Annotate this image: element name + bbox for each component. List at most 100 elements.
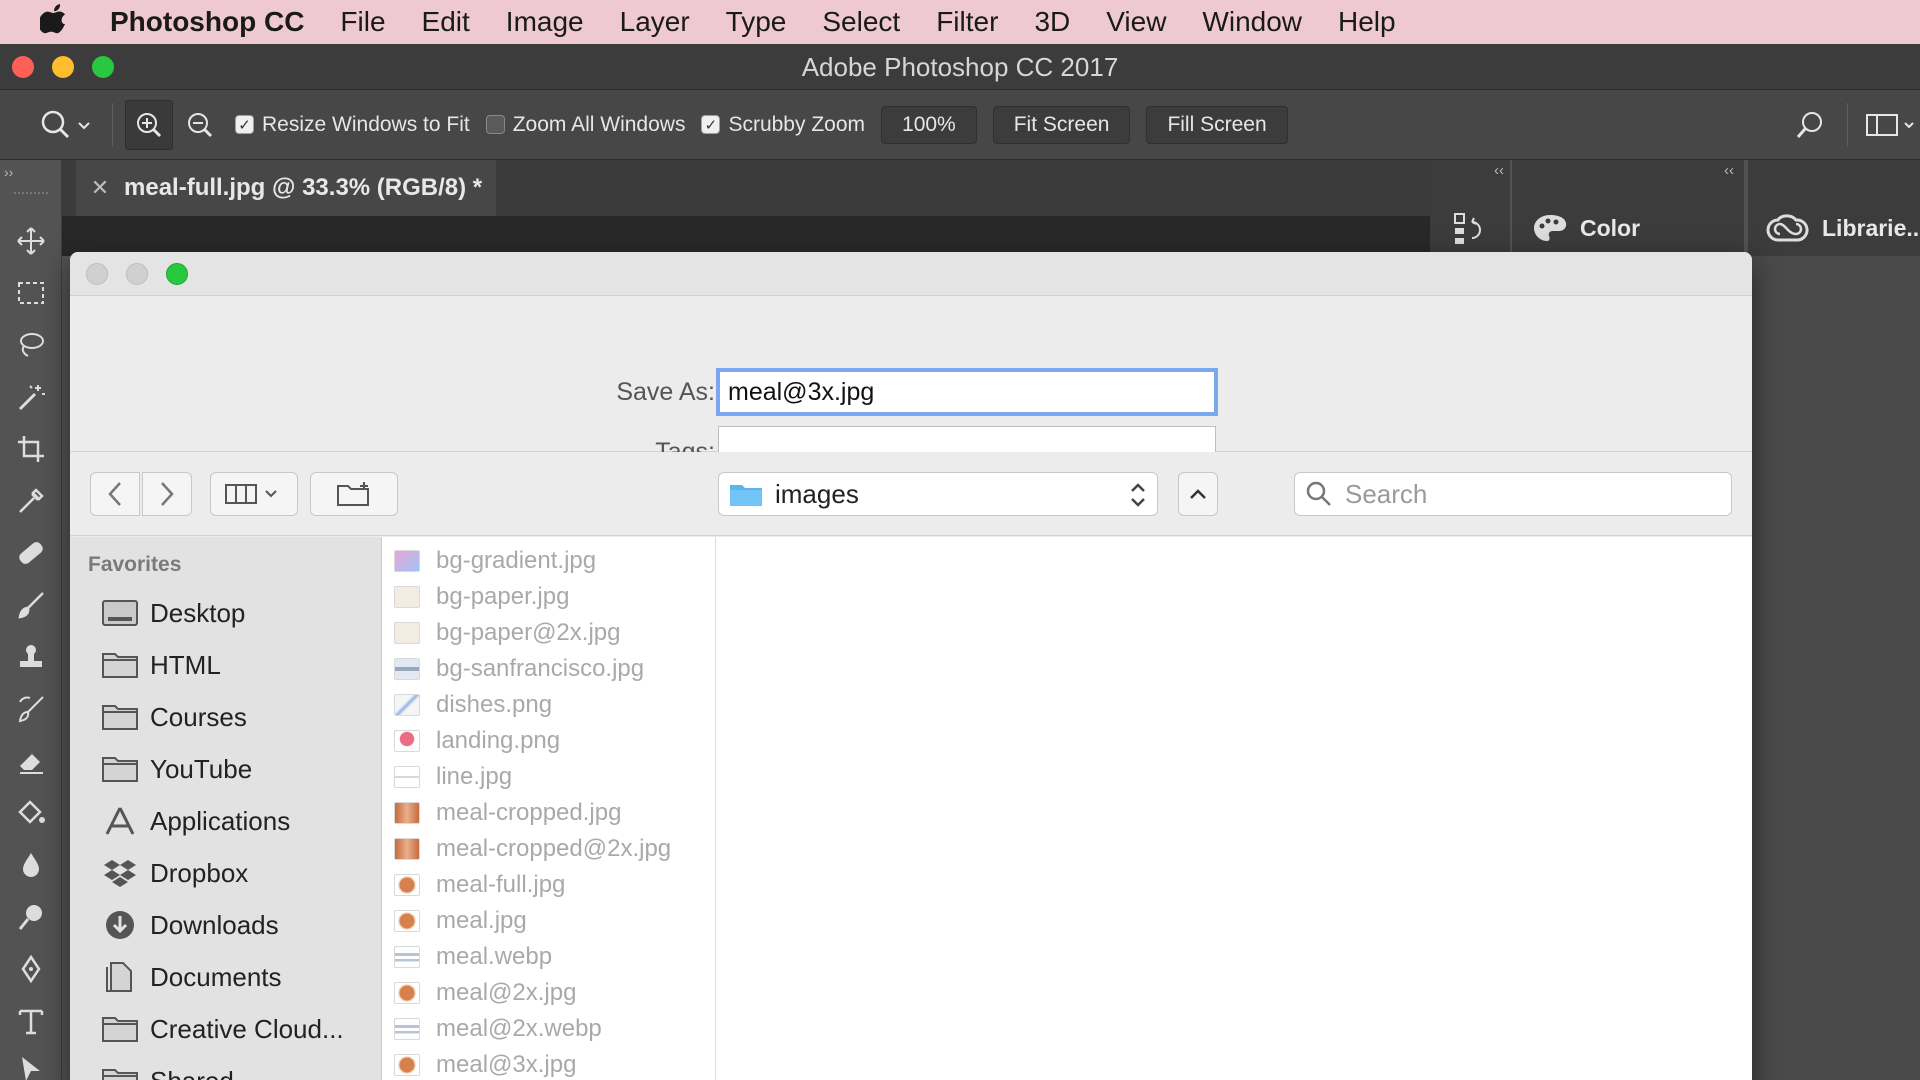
pen-tool-icon[interactable] xyxy=(10,948,52,990)
app-name-menu[interactable]: Photoshop CC xyxy=(110,6,304,38)
marquee-tool-icon[interactable] xyxy=(10,272,52,314)
sidebar-item-downloads[interactable]: Downloads xyxy=(102,905,279,945)
history-brush-tool-icon[interactable] xyxy=(10,688,52,730)
menu-type[interactable]: Type xyxy=(708,6,805,38)
libraries-panel-label: Librarie... xyxy=(1822,214,1920,241)
search-icon[interactable] xyxy=(1785,110,1835,140)
fill-screen-button[interactable]: Fill Screen xyxy=(1146,105,1288,144)
color-panel-tab[interactable]: ‹‹ Color xyxy=(1512,160,1744,256)
file-item[interactable]: meal.jpg xyxy=(394,905,527,937)
collapse-dialog-button[interactable] xyxy=(1178,472,1218,516)
sidebar-item-creative-cloud[interactable]: Creative Cloud... xyxy=(102,1009,344,1049)
color-panel-header[interactable]: Color xyxy=(1532,212,1640,244)
magic-wand-tool-icon[interactable] xyxy=(10,376,52,418)
type-tool-icon[interactable] xyxy=(10,1000,52,1042)
panel-grip xyxy=(14,192,48,196)
file-item[interactable]: meal@2x.jpg xyxy=(394,977,576,1009)
history-icon[interactable] xyxy=(1452,210,1486,246)
palette-icon xyxy=(1534,215,1567,241)
lasso-tool-icon[interactable] xyxy=(10,324,52,366)
new-folder-button[interactable] xyxy=(310,472,398,516)
file-item[interactable]: bg-paper.jpg xyxy=(394,581,569,613)
file-item[interactable]: bg-sanfrancisco.jpg xyxy=(394,653,644,685)
forward-button[interactable] xyxy=(142,472,192,516)
brush-tool-icon[interactable] xyxy=(10,584,52,626)
sidebar-item-applications[interactable]: Applications xyxy=(102,801,290,841)
folder-icon xyxy=(102,1014,138,1044)
file-name: bg-paper.jpg xyxy=(436,583,570,610)
search-field[interactable]: Search xyxy=(1294,472,1732,516)
file-item[interactable]: dishes.png xyxy=(394,689,552,721)
file-item[interactable]: meal@3x.jpg xyxy=(394,1049,576,1080)
collapse-panel-icon[interactable]: ‹‹ xyxy=(1512,162,1744,182)
eraser-tool-icon[interactable] xyxy=(10,740,52,782)
collapse-tools-icon[interactable]: ›› xyxy=(4,164,13,180)
move-tool-icon[interactable] xyxy=(10,220,52,262)
document-tab-bar: ✕ meal-full.jpg @ 33.3% (RGB/8) * xyxy=(62,160,1430,216)
file-item[interactable]: bg-paper@2x.jpg xyxy=(394,617,620,649)
menu-image[interactable]: Image xyxy=(488,6,602,38)
file-item[interactable]: meal-full.jpg xyxy=(394,869,565,901)
menu-view[interactable]: View xyxy=(1088,6,1184,38)
clone-stamp-tool-icon[interactable] xyxy=(10,636,52,678)
menu-3d[interactable]: 3D xyxy=(1016,6,1088,38)
zoom-tool-preset-picker[interactable] xyxy=(30,108,100,142)
zoom-100-button[interactable]: 100% xyxy=(881,105,977,144)
dialog-minimize-button[interactable] xyxy=(126,263,148,285)
dialog-zoom-button[interactable] xyxy=(166,263,188,285)
file-item[interactable]: line.jpg xyxy=(394,761,512,793)
file-item[interactable]: meal@2x.webp xyxy=(394,1013,602,1045)
save-as-input[interactable]: meal@3x.jpg xyxy=(716,368,1218,416)
collapse-dock-icon[interactable]: ‹‹ xyxy=(1432,162,1510,182)
document-tab[interactable]: ✕ meal-full.jpg @ 33.3% (RGB/8) * xyxy=(76,160,496,216)
sidebar-item-html[interactable]: HTML xyxy=(102,645,221,685)
fit-screen-button[interactable]: Fit Screen xyxy=(992,105,1131,144)
sidebar-item-courses[interactable]: Courses xyxy=(102,697,247,737)
file-name: line.jpg xyxy=(436,763,513,790)
file-item[interactable]: bg-gradient.jpg xyxy=(394,545,596,577)
file-name: dishes.png xyxy=(436,691,553,718)
resize-windows-checkbox[interactable]: ✓ Resize Windows to Fit xyxy=(235,113,470,137)
menu-layer[interactable]: Layer xyxy=(602,6,708,38)
paint-bucket-tool-icon[interactable] xyxy=(10,792,52,834)
menu-help[interactable]: Help xyxy=(1320,6,1414,38)
path-selection-tool-icon[interactable] xyxy=(10,1048,52,1080)
zoom-all-windows-checkbox[interactable]: Zoom All Windows xyxy=(485,113,685,137)
dodge-tool-icon[interactable] xyxy=(10,896,52,938)
menu-file[interactable]: File xyxy=(322,6,403,38)
eyedropper-tool-icon[interactable] xyxy=(10,480,52,522)
file-thumbnail-icon xyxy=(394,766,420,788)
libraries-panel-header[interactable]: Librarie... xyxy=(1766,212,1920,244)
sidebar-item-documents[interactable]: Documents xyxy=(102,957,282,997)
sidebar-item-label: Creative Cloud... xyxy=(150,1013,344,1044)
close-tab-icon[interactable]: ✕ xyxy=(76,175,124,201)
zoom-out-icon[interactable] xyxy=(173,111,227,139)
menu-filter[interactable]: Filter xyxy=(918,6,1016,38)
file-item[interactable]: meal-cropped@2x.jpg xyxy=(394,833,671,865)
menu-window[interactable]: Window xyxy=(1184,6,1320,38)
location-dropdown[interactable]: images xyxy=(718,472,1158,516)
back-button[interactable] xyxy=(90,472,140,516)
sidebar-item-desktop[interactable]: Desktop xyxy=(102,593,245,633)
menu-select[interactable]: Select xyxy=(804,6,918,38)
sidebar-item-youtube[interactable]: YouTube xyxy=(102,749,252,789)
scrubby-zoom-checkbox[interactable]: ✓ Scrubby Zoom xyxy=(701,113,865,137)
file-item[interactable]: meal.webp xyxy=(394,941,552,973)
healing-brush-tool-icon[interactable] xyxy=(10,532,52,574)
file-item[interactable]: meal-cropped.jpg xyxy=(394,797,621,829)
window-title: Adobe Photoshop CC 2017 xyxy=(801,52,1119,82)
menu-edit[interactable]: Edit xyxy=(404,6,488,38)
dialog-close-button[interactable] xyxy=(86,263,108,285)
sidebar-item-shared[interactable]: Shared xyxy=(102,1061,234,1080)
blur-tool-icon[interactable] xyxy=(10,844,52,886)
sidebar-item-dropbox[interactable]: Dropbox xyxy=(102,853,248,893)
view-mode-button[interactable] xyxy=(210,472,298,516)
apple-menu-icon[interactable] xyxy=(0,2,110,42)
crop-tool-icon[interactable] xyxy=(10,428,52,470)
file-name: meal-full.jpg xyxy=(436,871,566,898)
file-item[interactable]: landing.png xyxy=(394,725,560,757)
zoom-in-icon[interactable] xyxy=(125,99,173,150)
save-as-label: Save As: xyxy=(616,378,715,406)
libraries-panel-tab[interactable]: Librarie... xyxy=(1748,160,1920,256)
workspace-switcher-icon[interactable] xyxy=(1860,112,1920,138)
